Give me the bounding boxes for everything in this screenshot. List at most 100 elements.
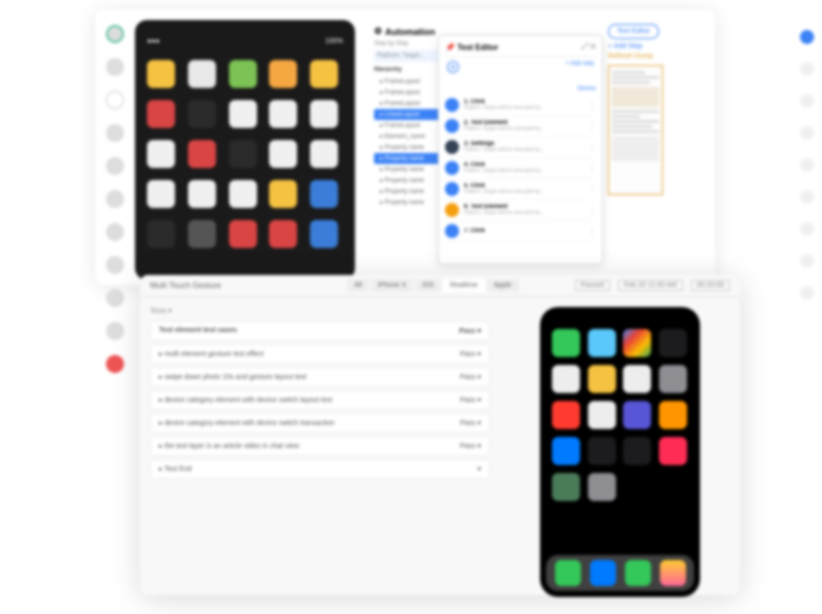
toolbar-record-icon[interactable]	[106, 355, 124, 373]
phone-app-icon[interactable]	[623, 329, 651, 357]
device-tab[interactable]: iOS	[415, 279, 441, 292]
test-row[interactable]: ▸ swipe down photo 10s and gesture layou…	[150, 367, 490, 387]
device-tab[interactable]: All	[347, 279, 369, 292]
tablet-app-icon[interactable]	[229, 100, 257, 128]
right-icon[interactable]	[800, 30, 814, 44]
tablet-app-icon[interactable]	[188, 140, 216, 168]
test-row[interactable]: ▸ multi element gesture test effectPass …	[150, 344, 490, 364]
tablet-app-icon[interactable]	[269, 140, 297, 168]
test-row[interactable]: ▸ device category element with device sw…	[150, 413, 490, 433]
test-step[interactable]: 6. Text ElementPattern: Target will be e…	[445, 200, 596, 221]
tablet-app-icon[interactable]	[310, 60, 338, 88]
tablet-status-bar: ●●●100%	[147, 38, 343, 48]
tablet-app-icon[interactable]	[147, 220, 175, 248]
phone-app-icon[interactable]	[588, 329, 616, 357]
tablet-app-icon[interactable]	[188, 180, 216, 208]
toolbar-icon[interactable]	[106, 25, 124, 43]
tablet-app-icon[interactable]	[310, 140, 338, 168]
test-row[interactable]: ▸ device category element with device sw…	[150, 390, 490, 410]
tablet-app-icon[interactable]	[147, 180, 175, 208]
tablet-app-icon[interactable]	[147, 140, 175, 168]
dock-app-icon[interactable]	[660, 560, 686, 586]
dock-app-icon[interactable]	[555, 560, 581, 586]
right-icon[interactable]	[800, 126, 814, 140]
tablet-app-icon[interactable]	[269, 220, 297, 248]
test-step[interactable]: 5. ClickPattern: Target will be executed…	[445, 179, 596, 200]
right-icon[interactable]	[800, 222, 814, 236]
right-icon[interactable]	[800, 286, 814, 300]
popup-controls[interactable]: ⤢ ✕	[581, 42, 596, 52]
phone-app-icon[interactable]	[659, 437, 687, 465]
toolbar-icon[interactable]	[106, 190, 124, 208]
phone-app-icon[interactable]	[623, 401, 651, 429]
phone-app-icon[interactable]	[659, 401, 687, 429]
phone-app-icon[interactable]	[552, 437, 580, 465]
phone-notch	[590, 307, 650, 319]
phone-app-icon[interactable]	[588, 437, 616, 465]
device-tab[interactable]: iPhone X	[371, 279, 413, 292]
phone-app-icon[interactable]	[588, 401, 616, 429]
phone-app-icon[interactable]	[552, 401, 580, 429]
phone-dock	[546, 555, 694, 591]
phone-app-icon[interactable]	[552, 329, 580, 357]
test-step[interactable]: 4. ClickPattern: Target will be executed…	[445, 158, 596, 179]
toolbar-icon[interactable]	[106, 58, 124, 76]
test-step[interactable]: 1. ClickPattern: Target will be executed…	[445, 95, 596, 116]
dock-app-icon[interactable]	[590, 560, 616, 586]
tablet-app-icon[interactable]	[310, 180, 338, 208]
add-step-link[interactable]: + Add step	[565, 61, 594, 73]
dock-app-icon[interactable]	[625, 560, 651, 586]
toolbar-icon[interactable]	[106, 322, 124, 340]
device-tab[interactable]: Realtime	[443, 279, 485, 292]
phone-app-icon[interactable]	[659, 365, 687, 393]
status-badge: Passed	[575, 280, 610, 291]
test-step[interactable]: 2. Text ElementPattern: Target will be e…	[445, 116, 596, 137]
phone-app-icon[interactable]	[623, 437, 651, 465]
tablet-app-icon[interactable]	[188, 220, 216, 248]
tablet-app-icon[interactable]	[269, 180, 297, 208]
tablet-app-icon[interactable]	[229, 180, 257, 208]
tablet-app-icon[interactable]	[310, 100, 338, 128]
tablet-app-icon[interactable]	[147, 100, 175, 128]
close-step-button[interactable]: ✕	[447, 61, 459, 73]
toolbar-icon[interactable]	[106, 256, 124, 274]
test-row[interactable]: ▸ Test End ▾	[150, 459, 490, 479]
tablet-app-icon[interactable]	[147, 60, 175, 88]
test-step[interactable]: 3. SettingsPattern: Target will be execu…	[445, 137, 596, 158]
phone-app-icon[interactable]	[552, 473, 580, 501]
filter-dropdown[interactable]: Tests ▾	[150, 307, 490, 315]
tablet-app-icon[interactable]	[229, 60, 257, 88]
phone-app-icon[interactable]	[588, 473, 616, 501]
toolbar-icon[interactable]	[106, 124, 124, 142]
device-tab[interactable]: Apple	[487, 279, 519, 292]
tablet-app-icon[interactable]	[188, 100, 216, 128]
tablet-app-icon[interactable]	[269, 100, 297, 128]
tablet-app-icon[interactable]	[310, 220, 338, 248]
device-tabs: AlliPhone XiOSRealtimeApple	[347, 279, 518, 292]
test-editor-button[interactable]: Test Editor	[608, 24, 659, 39]
tablet-app-icon[interactable]	[229, 140, 257, 168]
right-icon[interactable]	[800, 190, 814, 204]
right-icon[interactable]	[800, 62, 814, 76]
phone-app-icon[interactable]	[552, 365, 580, 393]
toolbar-icon[interactable]	[106, 289, 124, 307]
test-row[interactable]: ▸ the text layer is an article video in …	[150, 436, 490, 456]
phone-app-icon[interactable]	[659, 329, 687, 357]
pin-icon: 📌	[445, 43, 455, 52]
tablet-app-icon[interactable]	[269, 60, 297, 88]
test-step[interactable]: 7. Click⋮	[445, 221, 596, 242]
phone-app-icon[interactable]	[588, 365, 616, 393]
tablet-app-icon[interactable]	[229, 220, 257, 248]
right-icon[interactable]	[800, 254, 814, 268]
add-step-link[interactable]: + Add Step	[608, 43, 708, 50]
toolbar-icon[interactable]	[106, 157, 124, 175]
tablet-app-icon[interactable]	[188, 60, 216, 88]
toolbar-close-icon[interactable]	[106, 91, 124, 109]
phone-app-icon[interactable]	[623, 365, 651, 393]
refresh-dump-link[interactable]: Refresh Dump	[608, 53, 708, 60]
device-link[interactable]: Device	[578, 86, 596, 92]
right-icon[interactable]	[800, 94, 814, 108]
right-icon[interactable]	[800, 158, 814, 172]
dump-thumbnail[interactable]	[608, 65, 663, 195]
toolbar-icon[interactable]	[106, 223, 124, 241]
